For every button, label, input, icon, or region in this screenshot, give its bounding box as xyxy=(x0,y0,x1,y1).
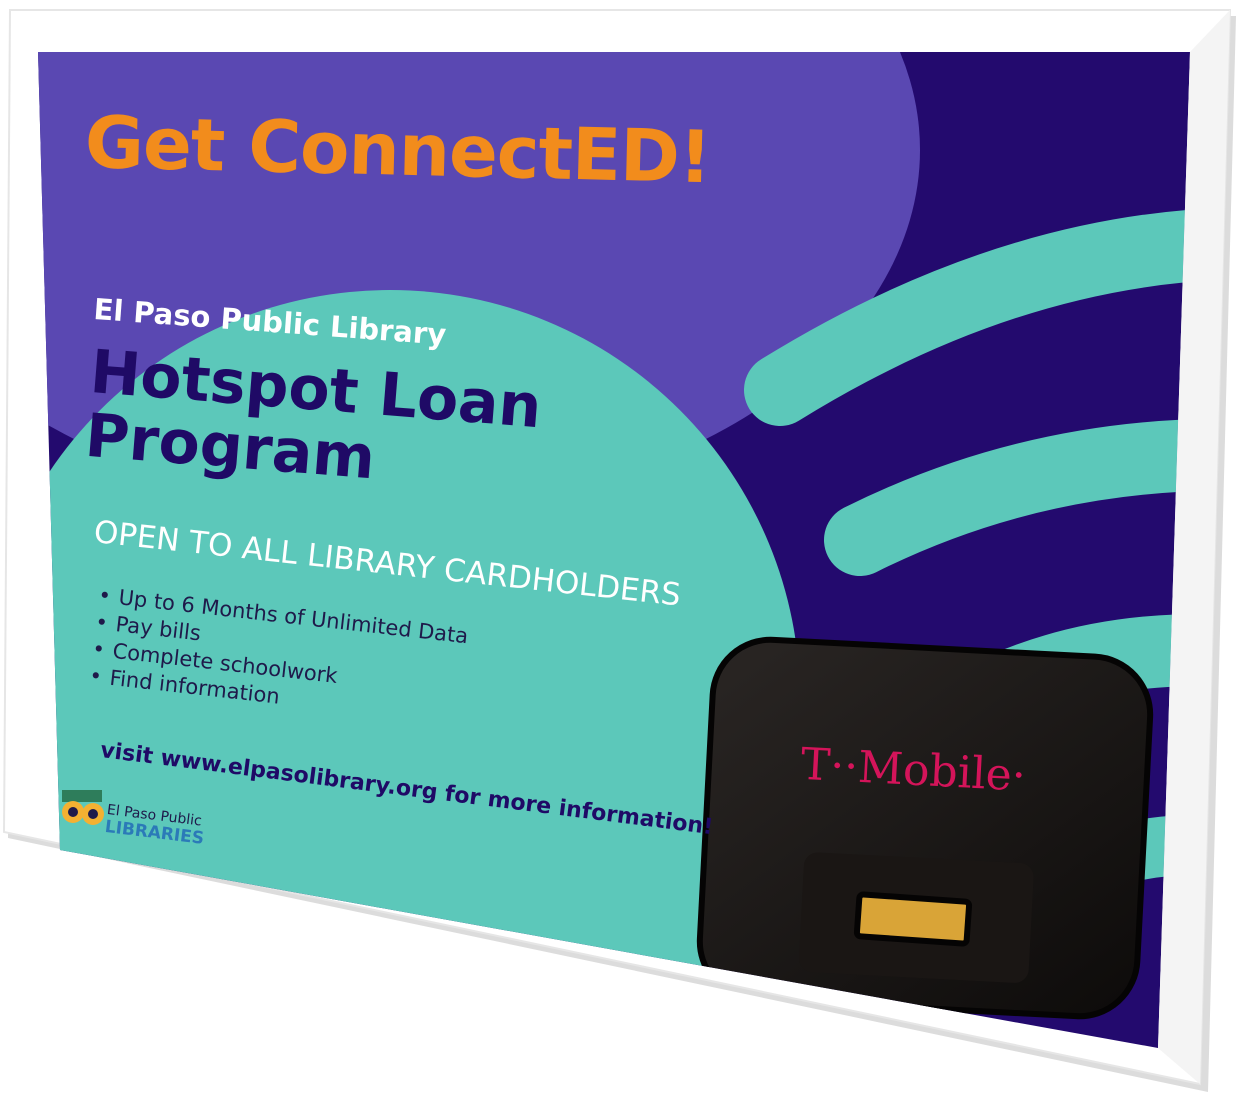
hotspot-device: T··Mobile· xyxy=(696,636,1154,1020)
headline: Get ConnectED! xyxy=(83,100,712,200)
poster-scene: T··Mobile· Get ConnectED! El Paso Public… xyxy=(0,0,1245,1094)
